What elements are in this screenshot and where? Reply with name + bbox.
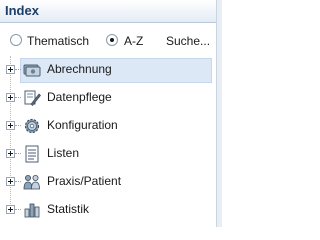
sort-mode-selector: Thematisch A-Z Suche... (0, 29, 217, 53)
tree-item-label: Praxis/Patient (47, 174, 122, 188)
tree-item-label: Abrechnung (47, 62, 112, 76)
expand-icon[interactable] (6, 65, 15, 74)
tree-connector (15, 69, 21, 71)
tree-item-label: Statistik (47, 202, 90, 216)
tree-item-abrechnung[interactable]: Abrechnung (0, 56, 216, 84)
radio-thematisch[interactable] (10, 34, 22, 46)
panel-edge (217, 0, 222, 227)
radio-a-z-label[interactable]: A-Z (124, 34, 143, 48)
radio-a-z[interactable] (106, 34, 118, 46)
tree-item-label: Listen (47, 146, 80, 160)
radio-thematisch-label[interactable]: Thematisch (27, 34, 89, 48)
index-panel: Index Thematisch A-Z Suche... Abrechnung (0, 0, 217, 227)
expand-icon[interactable] (6, 205, 15, 214)
edit-data-icon (22, 88, 42, 108)
tree-item-datenpflege[interactable]: Datenpflege (0, 84, 216, 112)
expand-icon[interactable] (6, 149, 15, 158)
list-icon (22, 144, 42, 164)
tree-item-statistik[interactable]: Statistik (0, 196, 216, 224)
statistics-icon (22, 200, 42, 220)
tree-item-listen[interactable]: Listen (0, 140, 216, 168)
expand-icon[interactable] (6, 93, 15, 102)
billing-icon (22, 60, 42, 80)
tree-item-label: Konfiguration (47, 118, 118, 132)
tree-connector (15, 97, 21, 99)
index-tree: Abrechnung Datenpflege Konfiguration Lis… (0, 56, 216, 224)
tree-item-praxis-patient[interactable]: Praxis/Patient (0, 168, 216, 196)
tree-connector (15, 125, 21, 127)
people-icon (22, 172, 42, 192)
gear-icon (22, 116, 42, 136)
tree-connector (15, 181, 21, 183)
tree-connector (15, 209, 21, 211)
tree-item-konfiguration[interactable]: Konfiguration (0, 112, 216, 140)
tree-item-label: Datenpflege (47, 90, 112, 104)
tree-connector (15, 153, 21, 155)
expand-icon[interactable] (6, 177, 15, 186)
search-link[interactable]: Suche... (166, 34, 210, 48)
panel-title: Index (0, 0, 216, 23)
expand-icon[interactable] (6, 121, 15, 130)
